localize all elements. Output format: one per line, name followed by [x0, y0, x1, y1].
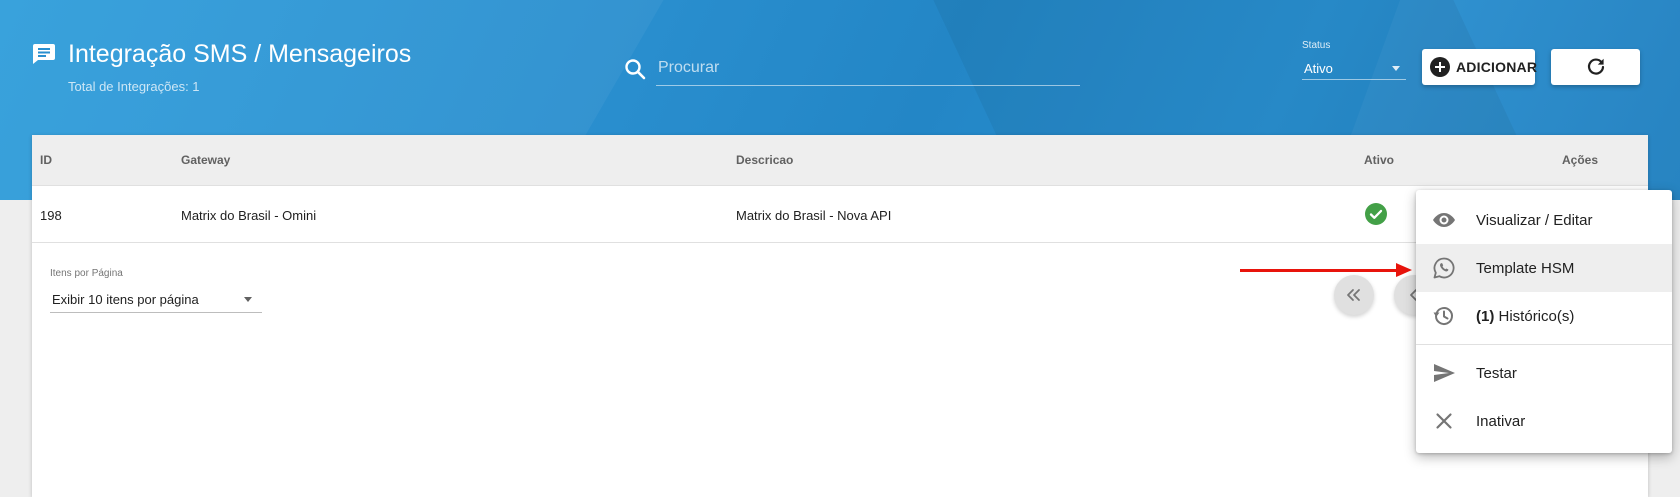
refresh-icon [1587, 58, 1604, 75]
page-title: Integração SMS / Mensageiros [68, 40, 412, 68]
add-button[interactable]: ADICIONAR [1422, 49, 1538, 85]
double-chevron-left-icon [1347, 289, 1360, 301]
add-circle-icon [1430, 57, 1450, 77]
table-row[interactable]: 198 Matrix do Brasil - Omini Matrix do B… [32, 186, 1648, 243]
per-page-select[interactable]: Exibir 10 itens por página [50, 283, 262, 313]
cell-id: 198 [40, 208, 62, 223]
history-icon [1433, 307, 1453, 325]
whatsapp-icon [1433, 257, 1455, 279]
history-count: (1) [1476, 307, 1495, 325]
status-label: Status [1302, 40, 1331, 51]
menu-item-historico[interactable]: (1) Histórico(s) [1416, 292, 1672, 340]
status-value: Ativo [1304, 61, 1333, 76]
table-header: ID Gateway Descricao Ativo Ações [32, 135, 1648, 186]
message-icon [33, 44, 55, 64]
menu-item-inativar[interactable]: Inativar [1416, 397, 1672, 445]
search-input[interactable] [656, 50, 1080, 86]
caret-down-icon [1392, 66, 1400, 71]
close-icon [1436, 413, 1452, 429]
menu-item-label: Template HSM [1476, 259, 1575, 277]
menu-item-label: Testar [1476, 364, 1517, 382]
column-header-id: ID [40, 153, 52, 167]
search-bar [624, 50, 1080, 88]
first-page-button[interactable] [1334, 275, 1374, 315]
row-actions-menu: Visualizar / Editar Template HSM (1) His… [1416, 190, 1672, 453]
menu-item-label: (1) Histórico(s) [1476, 308, 1574, 325]
total-count: Total de Integrações: 1 [68, 79, 200, 94]
refresh-button[interactable] [1551, 49, 1640, 85]
history-label: Histórico(s) [1498, 307, 1575, 325]
cell-gateway: Matrix do Brasil - Omini [181, 208, 317, 223]
menu-item-template-hsm[interactable]: Template HSM [1416, 244, 1672, 292]
menu-item-label: Visualizar / Editar [1476, 211, 1593, 229]
add-button-label: ADICIONAR [1456, 59, 1538, 75]
annotation-arrow [1240, 269, 1400, 272]
send-icon [1434, 364, 1455, 382]
menu-item-visualizar-editar[interactable]: Visualizar / Editar [1416, 196, 1672, 244]
caret-down-icon [244, 297, 252, 302]
eye-icon [1433, 213, 1455, 227]
menu-item-label: Inativar [1476, 412, 1526, 430]
cell-descricao: Matrix do Brasil - Nova API [736, 208, 892, 223]
column-header-acoes: Ações [1562, 153, 1599, 167]
search-icon [625, 59, 646, 80]
integrations-table-card: ID Gateway Descricao Ativo Ações 198 Mat… [32, 135, 1648, 497]
per-page-value: Exibir 10 itens por página [52, 292, 199, 307]
menu-divider [1416, 344, 1672, 345]
column-header-gateway: Gateway [181, 153, 231, 167]
column-header-descricao: Descricao [736, 153, 794, 167]
per-page-label: Itens por Página [50, 268, 123, 279]
column-header-ativo: Ativo [1364, 153, 1394, 167]
status-select[interactable]: Status Ativo [1302, 40, 1406, 80]
annotation-arrow-head [1396, 263, 1412, 277]
menu-item-testar[interactable]: Testar [1416, 349, 1672, 397]
active-check-icon [1365, 203, 1387, 225]
